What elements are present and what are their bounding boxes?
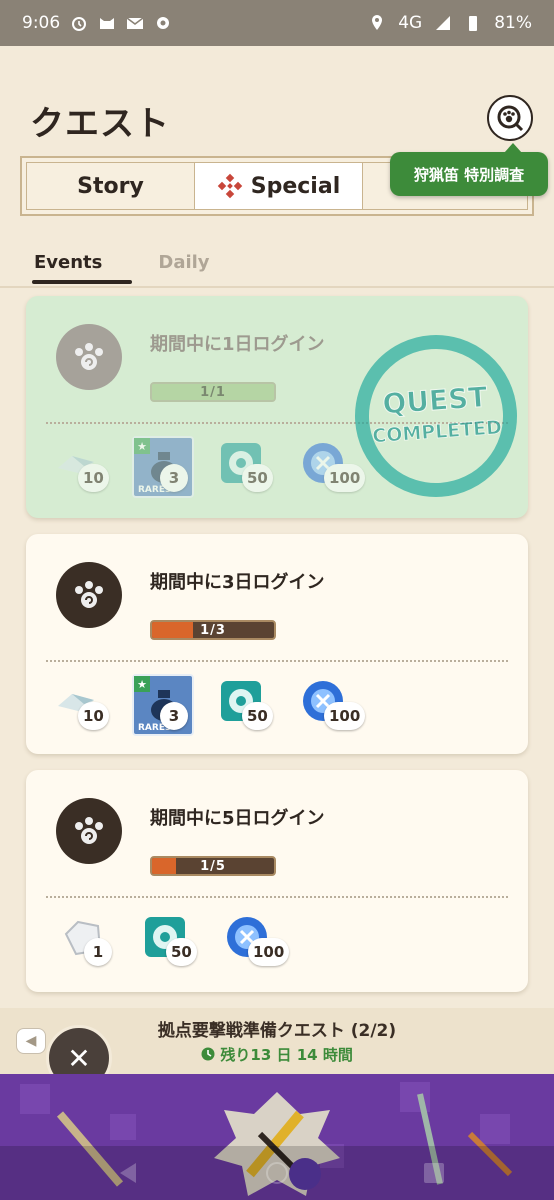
reward-rare-pouch[interactable]: ★ RARE3 3 [132, 436, 194, 498]
reward-quantity: 50 [242, 464, 273, 492]
reward-quantity: 100 [248, 938, 290, 966]
caret-left-icon: ◀ [25, 1033, 37, 1049]
recents-icon[interactable] [424, 1163, 444, 1183]
paw-search-icon [497, 105, 524, 132]
quest-card[interactable]: 期間中に3日ログイン 1/3 10 ★ RARE3 3 50 100 [26, 534, 528, 754]
back-icon[interactable] [120, 1163, 136, 1183]
dotted-separator [46, 896, 508, 898]
network-type: 4G [398, 13, 423, 33]
battery-icon [469, 16, 478, 31]
quest-paw-icon [56, 798, 122, 864]
clock-icon [201, 1047, 215, 1061]
subtab-daily[interactable]: Daily [154, 248, 213, 283]
reward-list: 10 ★ RARE3 3 50 100 [50, 674, 366, 736]
active-subtab-indicator [32, 280, 132, 284]
subtab-events[interactable]: Events [30, 248, 106, 283]
signal-icon [436, 16, 451, 30]
quest-progress-bar: 1/3 [150, 620, 276, 640]
tab-special-label: Special [250, 173, 341, 199]
stamp-quest-text: QUEST [381, 380, 488, 420]
reward-teal-emblem[interactable]: 50 [214, 436, 274, 496]
dotted-separator [46, 660, 508, 662]
quest-card[interactable]: 期間中に1日ログイン 1/1 10 ★ RARE3 3 50 100 QUEST [26, 296, 528, 518]
reward-quantity: 3 [160, 464, 188, 492]
quest-progress-bar: 1/1 [150, 382, 276, 402]
cat-app-icon [100, 18, 115, 29]
quest-completed-stamp: QUEST COMPLETED [355, 335, 517, 497]
special-survey-tooltip[interactable]: 狩猟笛 特別調査 [390, 143, 548, 196]
page-title: クエスト [30, 104, 170, 144]
divider [0, 286, 554, 288]
home-icon[interactable] [266, 1162, 288, 1184]
sub-tabs: Events Daily [30, 248, 214, 283]
reward-armor-sphere[interactable]: 10 [50, 674, 110, 734]
prev-event-button[interactable]: ◀ [16, 1028, 46, 1054]
clock-time: 9:06 [22, 13, 61, 33]
battery-percent: 81% [494, 13, 532, 33]
quest-search-button[interactable] [487, 95, 533, 141]
tab-special[interactable]: Special [195, 163, 363, 209]
quest-name: 期間中に3日ログイン [150, 572, 325, 593]
reward-teal-emblem[interactable]: 50 [138, 910, 198, 970]
reward-list: 10 ★ RARE3 3 50 100 [50, 436, 366, 498]
reward-quantity: 10 [78, 464, 109, 492]
rare-pouch-icon: ★ RARE3 [132, 436, 194, 498]
reward-blue-orb[interactable]: 100 [296, 674, 366, 734]
tab-story[interactable]: Story [27, 163, 195, 209]
quest-paw-icon [56, 562, 122, 628]
alarm-icon [72, 17, 87, 31]
reward-blue-orb[interactable]: 100 [220, 910, 290, 970]
reward-quantity: 100 [324, 702, 366, 730]
progress-text: 1/1 [200, 384, 226, 400]
progress-text: 1/5 [200, 858, 226, 874]
reward-teal-emblem[interactable]: 50 [214, 674, 274, 734]
reward-white-ore[interactable]: 1 [56, 910, 116, 970]
reward-blue-orb[interactable]: 100 [296, 436, 366, 496]
reward-quantity: 3 [160, 702, 188, 730]
quest-name: 期間中に1日ログイン [150, 334, 325, 355]
reward-armor-sphere[interactable]: 10 [50, 436, 110, 496]
reward-quantity: 50 [166, 938, 197, 966]
progress-text: 1/3 [200, 622, 226, 638]
system-navigation-bar [0, 1146, 554, 1200]
settings-icon [157, 17, 170, 29]
status-bar: 9:06 4G 81% [0, 0, 554, 46]
tab-story-label: Story [77, 173, 144, 199]
quest-name: 期間中に5日ログイン [150, 808, 325, 829]
location-icon [372, 15, 383, 30]
quest-card[interactable]: 期間中に5日ログイン 1/5 1 50 100 [26, 770, 528, 992]
reward-quantity: 10 [78, 702, 109, 730]
reward-quantity: 1 [84, 938, 112, 966]
stamp-completed-text: COMPLETED [372, 416, 503, 447]
mail-icon [126, 17, 144, 29]
reward-rare-pouch[interactable]: ★ RARE3 3 [132, 674, 194, 736]
quest-progress-bar: 1/5 [150, 856, 276, 876]
quest-paw-icon [56, 324, 122, 390]
reward-quantity: 50 [242, 702, 273, 730]
time-left-text: 残り13 日 14 時間 [220, 1046, 353, 1064]
rare-pouch-icon: ★ RARE3 [132, 674, 194, 736]
reward-list: 1 50 100 [56, 910, 290, 970]
special-diamond-icon [217, 173, 242, 199]
close-icon: ✕ [67, 1041, 91, 1075]
